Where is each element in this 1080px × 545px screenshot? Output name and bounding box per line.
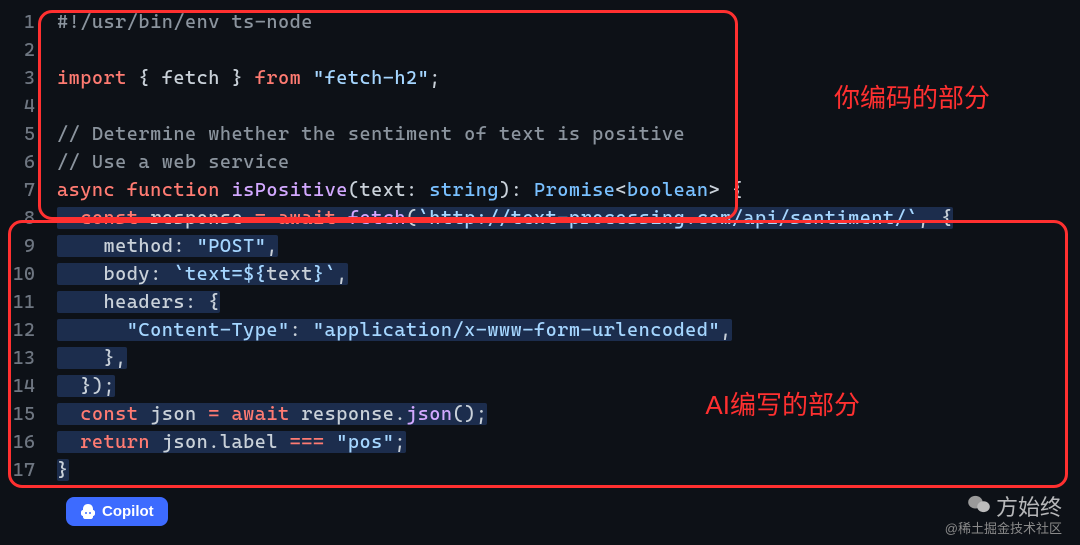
watermark-name: 方始终 <box>996 490 1062 522</box>
code-line[interactable]: 9 method: "POST", <box>0 232 1080 260</box>
code-line[interactable]: 7async function isPositive(text: string)… <box>0 176 1080 204</box>
code-content[interactable]: import { fetch } from "fetch-h2"; <box>45 67 441 89</box>
line-number: 15 <box>0 403 45 425</box>
line-number: 17 <box>0 459 45 481</box>
code-content[interactable]: // Determine whether the sentiment of te… <box>45 123 685 145</box>
code-line[interactable]: 4 <box>0 92 1080 120</box>
line-number: 5 <box>0 123 45 145</box>
code-content[interactable]: const json = await response.json(); <box>45 403 487 425</box>
code-line[interactable]: 1#!/usr/bin/env ts-node <box>0 8 1080 36</box>
line-number: 16 <box>0 431 45 453</box>
code-content[interactable]: } <box>45 459 69 481</box>
code-line[interactable]: 6// Use a web service <box>0 148 1080 176</box>
line-number: 4 <box>0 95 45 117</box>
code-line[interactable]: 11 headers: { <box>0 288 1080 316</box>
line-number: 7 <box>0 179 45 201</box>
code-content[interactable]: headers: { <box>45 291 220 313</box>
line-number: 9 <box>0 235 45 257</box>
code-content[interactable]: }, <box>45 347 127 369</box>
line-number: 1 <box>0 11 45 33</box>
code-line[interactable]: 8 const response = await fetch(`http://t… <box>0 204 1080 232</box>
copilot-label: Copilot <box>102 503 154 520</box>
code-line[interactable]: 12 "Content-Type": "application/x-www-fo… <box>0 316 1080 344</box>
copilot-button[interactable]: Copilot <box>66 497 168 526</box>
code-content[interactable]: // Use a web service <box>45 151 290 173</box>
code-line[interactable]: 14 }); <box>0 372 1080 400</box>
wechat-icon <box>968 495 990 518</box>
line-number: 13 <box>0 347 45 369</box>
line-number: 12 <box>0 319 45 341</box>
code-line[interactable]: 16 return json.label === "pos"; <box>0 428 1080 456</box>
code-content[interactable]: async function isPositive(text: string):… <box>45 179 743 201</box>
code-line[interactable]: 15 const json = await response.json(); <box>0 400 1080 428</box>
code-content[interactable]: method: "POST", <box>45 235 278 257</box>
code-line[interactable]: 10 body: `text=${text}`, <box>0 260 1080 288</box>
code-line[interactable]: 5// Determine whether the sentiment of t… <box>0 120 1080 148</box>
code-content[interactable]: "Content-Type": "application/x-www-form-… <box>45 319 732 341</box>
line-number: 2 <box>0 39 45 61</box>
code-line[interactable]: 3import { fetch } from "fetch-h2"; <box>0 64 1080 92</box>
code-line[interactable]: 13 }, <box>0 344 1080 372</box>
code-line[interactable]: 17} <box>0 456 1080 484</box>
code-content[interactable]: body: `text=${text}`, <box>45 263 348 285</box>
code-content[interactable]: #!/usr/bin/env ts-node <box>45 11 313 33</box>
code-content[interactable]: return json.label === "pos"; <box>45 431 406 453</box>
code-editor[interactable]: 1#!/usr/bin/env ts-node23import { fetch … <box>0 0 1080 484</box>
line-number: 8 <box>0 207 45 229</box>
line-number: 14 <box>0 375 45 397</box>
code-line[interactable]: 2 <box>0 36 1080 64</box>
line-number: 11 <box>0 291 45 313</box>
watermark: 方始终 @稀土掘金技术社区 <box>945 490 1062 537</box>
code-content[interactable]: }); <box>45 375 115 397</box>
line-number: 10 <box>0 263 45 285</box>
copilot-icon <box>80 504 96 520</box>
line-number: 6 <box>0 151 45 173</box>
line-number: 3 <box>0 67 45 89</box>
code-content[interactable]: const response = await fetch(`http://tex… <box>45 207 953 229</box>
